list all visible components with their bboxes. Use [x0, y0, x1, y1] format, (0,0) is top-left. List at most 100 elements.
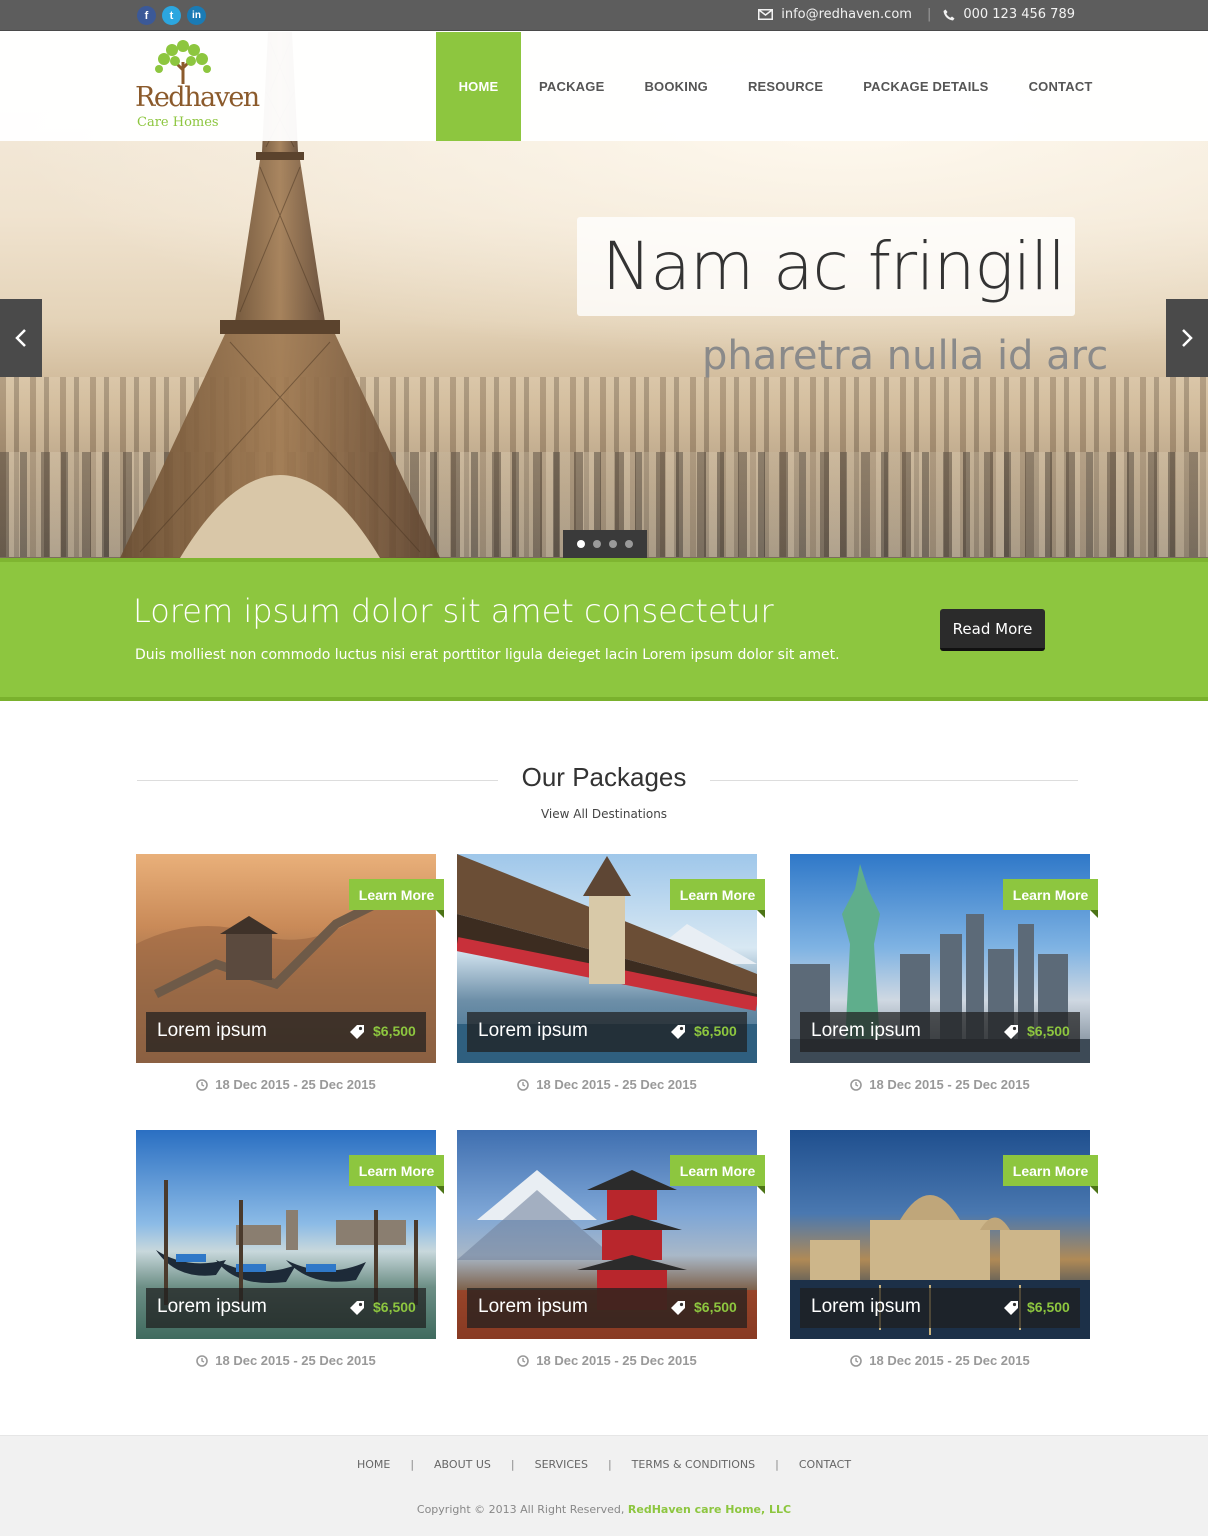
clock-icon — [517, 1355, 530, 1367]
footer-separator: | — [775, 1458, 779, 1471]
phone-link[interactable]: 000 123 456 789 — [963, 7, 1075, 22]
price-tag-icon — [350, 1025, 364, 1039]
nav-booking[interactable]: BOOKING — [624, 32, 728, 141]
package-card[interactable]: Learn More Lorem ipsum $6,500 — [136, 854, 444, 1063]
package-dates: 18 Dec 2015 - 25 Dec 2015 — [136, 1077, 436, 1092]
copyright-text: Copyright © 2013 All Right Reserved, — [416, 1503, 625, 1516]
package-caption: Lorem ipsum $6,500 — [467, 1288, 747, 1328]
package-price: $6,500 — [373, 1299, 416, 1315]
package-price: $6,500 — [1027, 1023, 1070, 1039]
slide-dot-4[interactable] — [625, 540, 633, 548]
package-card[interactable]: Learn More Lorem ipsum $6,500 — [790, 854, 1098, 1063]
social-links: f t in — [137, 6, 206, 25]
package-dates: 18 Dec 2015 - 25 Dec 2015 — [457, 1077, 757, 1092]
package-caption: Lorem ipsum $6,500 — [146, 1012, 426, 1052]
slider-pagination — [563, 530, 647, 558]
learn-more-button[interactable]: Learn More — [670, 1155, 765, 1194]
package-card[interactable]: Learn More Lorem ipsum $6,500 — [136, 1130, 444, 1339]
footer-link-about[interactable]: ABOUT US — [434, 1458, 491, 1471]
package-card[interactable]: Learn More Lorem ipsum $6,500 — [790, 1130, 1098, 1339]
footer-separator: | — [510, 1458, 515, 1471]
package-caption: Lorem ipsum $6,500 — [800, 1288, 1080, 1328]
footer-separator: | — [607, 1458, 612, 1471]
nav-contact[interactable]: CONTACT — [1009, 32, 1113, 141]
nav-home[interactable]: HOME — [436, 32, 521, 141]
email-link[interactable]: info@redhaven.com — [781, 7, 912, 22]
divider: | — [926, 7, 932, 22]
footer-link-contact[interactable]: CONTACT — [799, 1458, 851, 1471]
footer-link-terms[interactable]: TERMS & CONDITIONS — [632, 1458, 755, 1471]
prev-slide-button[interactable] — [0, 299, 42, 377]
package-card[interactable]: Learn More Lorem ipsum $6,500 — [457, 854, 765, 1063]
logo-subtitle: Care Homes — [137, 115, 219, 130]
package-dates: 18 Dec 2015 - 25 Dec 2015 — [790, 1353, 1090, 1368]
promo-title: Lorem ipsum dolor sit amet consectetur — [133, 592, 774, 630]
tree-logo-icon — [155, 40, 211, 84]
price-tag-icon — [1004, 1301, 1018, 1315]
learn-more-button[interactable]: Learn More — [349, 1155, 444, 1194]
package-dates-text: 18 Dec 2015 - 25 Dec 2015 — [536, 1353, 697, 1368]
footer-link-home[interactable]: HOME — [357, 1458, 390, 1471]
clock-icon — [850, 1355, 863, 1367]
learn-more-button[interactable]: Learn More — [670, 879, 765, 918]
package-price: $6,500 — [1027, 1299, 1070, 1315]
package-dates-text: 18 Dec 2015 - 25 Dec 2015 — [869, 1353, 1030, 1368]
facebook-icon[interactable]: f — [137, 6, 156, 25]
package-title: Lorem ipsum — [478, 1296, 588, 1317]
learn-more-button[interactable]: Learn More — [1003, 879, 1098, 918]
phone-icon — [943, 9, 955, 21]
price-tag-icon — [671, 1301, 685, 1315]
package-dates-text: 18 Dec 2015 - 25 Dec 2015 — [215, 1077, 376, 1092]
package-dates: 18 Dec 2015 - 25 Dec 2015 — [457, 1353, 757, 1368]
slide-dot-1[interactable] — [577, 540, 585, 548]
top-bar: f t in info@redhaven.com | 000 123 456 7… — [0, 0, 1208, 31]
site-footer: HOME | ABOUT US | SERVICES | TERMS & CON… — [0, 1435, 1208, 1536]
learn-more-button[interactable]: Learn More — [349, 879, 444, 918]
package-caption: Lorem ipsum $6,500 — [467, 1012, 747, 1052]
clock-icon — [196, 1355, 209, 1367]
learn-more-button[interactable]: Learn More — [1003, 1155, 1098, 1194]
package-caption: Lorem ipsum $6,500 — [800, 1012, 1080, 1052]
logo[interactable]: Redhaven Care Homes — [135, 38, 260, 136]
packages-title-text: Our Packages — [497, 762, 711, 792]
package-title: Lorem ipsum — [811, 1296, 921, 1317]
package-title: Lorem ipsum — [811, 1020, 921, 1041]
price-tag-icon — [671, 1025, 685, 1039]
slide-dot-3[interactable] — [609, 540, 617, 548]
envelope-icon — [758, 9, 774, 20]
nav-package-details[interactable]: PACKAGE DETAILS — [843, 32, 1008, 141]
package-dates: 18 Dec 2015 - 25 Dec 2015 — [136, 1353, 436, 1368]
package-card[interactable]: Learn More Lorem ipsum $6,500 — [457, 1130, 765, 1339]
promo-text: Duis molliest non commodo luctus nisi er… — [135, 647, 840, 663]
promo-band: Lorem ipsum dolor sit amet consectetur D… — [0, 558, 1208, 701]
package-dates-text: 18 Dec 2015 - 25 Dec 2015 — [869, 1077, 1030, 1092]
chevron-left-icon — [15, 329, 26, 347]
nav-resource[interactable]: RESOURCE — [728, 32, 843, 141]
chevron-right-icon — [1182, 329, 1193, 347]
package-price: $6,500 — [694, 1299, 737, 1315]
package-dates-text: 18 Dec 2015 - 25 Dec 2015 — [536, 1077, 697, 1092]
footer-separator: | — [410, 1458, 415, 1471]
package-price: $6,500 — [694, 1023, 737, 1039]
price-tag-icon — [350, 1301, 364, 1315]
price-tag-icon — [1004, 1025, 1018, 1039]
package-caption: Lorem ipsum $6,500 — [146, 1288, 426, 1328]
package-title: Lorem ipsum — [478, 1020, 588, 1041]
read-more-button[interactable]: Read More — [940, 609, 1045, 651]
contact-info: info@redhaven.com | 000 123 456 789 — [758, 7, 1075, 22]
linkedin-icon[interactable]: in — [187, 6, 206, 25]
twitter-icon[interactable]: t — [162, 6, 181, 25]
slide-dot-2[interactable] — [593, 540, 601, 548]
view-all-destinations-link[interactable]: View All Destinations — [0, 807, 1208, 821]
next-slide-button[interactable] — [1166, 299, 1208, 377]
package-dates: 18 Dec 2015 - 25 Dec 2015 — [790, 1077, 1090, 1092]
copyright: Copyright © 2013 All Right Reserved, Red… — [0, 1503, 1208, 1516]
footer-link-services[interactable]: SERVICES — [535, 1458, 588, 1471]
slide-subtitle: pharetra nulla id arc — [702, 333, 1109, 379]
package-title: Lorem ipsum — [157, 1296, 267, 1317]
nav-package[interactable]: PACKAGE — [521, 32, 624, 141]
package-price: $6,500 — [373, 1023, 416, 1039]
clock-icon — [196, 1079, 209, 1091]
company-link[interactable]: RedHaven care Home, LLC — [628, 1503, 791, 1516]
package-title: Lorem ipsum — [157, 1020, 267, 1041]
